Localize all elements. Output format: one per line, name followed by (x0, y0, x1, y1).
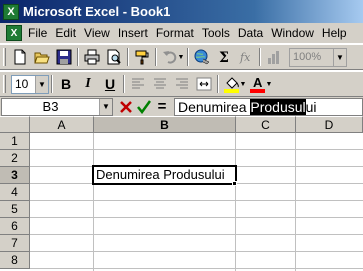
merge-center-icon[interactable] (193, 73, 215, 95)
toolbar-separator (187, 48, 189, 66)
toolbar-separator (123, 75, 125, 93)
save-icon[interactable] (53, 46, 75, 68)
undo-dropdown-icon[interactable]: ▼ (177, 54, 185, 61)
title-bar: X Microsoft Excel - Book1 (0, 0, 363, 23)
font-size-select[interactable]: 10 ▼ (11, 74, 49, 94)
align-right-icon[interactable] (171, 73, 193, 95)
toolbar-separator (155, 48, 157, 66)
formula-text-selected: Produsul (250, 98, 306, 115)
underline-label: U (104, 76, 116, 92)
row-header-1[interactable]: 1 (0, 133, 30, 150)
name-box[interactable]: B3 ▼ (1, 97, 113, 116)
align-left-icon[interactable] (127, 73, 149, 95)
toolbar-separator (259, 48, 261, 66)
row-header-5[interactable]: 5 (0, 201, 30, 218)
zoom-select[interactable]: 100% ▼ (289, 47, 347, 67)
svg-text:fx: fx (239, 51, 251, 64)
standard-toolbar: ▼ Σ fx 100% ▼ (0, 44, 363, 70)
row-header-8[interactable]: 8 (0, 252, 30, 269)
hyperlink-icon[interactable] (191, 46, 213, 68)
enter-icon[interactable] (135, 98, 153, 116)
worksheet-grid[interactable]: A B C D 1 2 3 4 5 6 7 8 Denumirea Produs… (0, 116, 363, 271)
bold-label: B (60, 76, 72, 92)
toolbar-separator (77, 48, 79, 66)
menu-help[interactable]: Help (318, 26, 351, 40)
font-size-value: 10 (15, 77, 29, 91)
menu-bar: X File Edit View Insert Format Tools Dat… (0, 23, 363, 44)
menu-window[interactable]: Window (267, 26, 318, 40)
bold-button[interactable]: B (55, 73, 77, 95)
font-color-letter: A (253, 75, 263, 90)
chart-wizard-icon[interactable] (263, 46, 285, 68)
italic-label: I (85, 76, 91, 91)
formatting-toolbar: 10 ▼ B I U ▼ A ▼ (0, 71, 363, 97)
fill-handle[interactable] (232, 181, 237, 186)
equals-button[interactable]: = (153, 98, 171, 116)
menu-data[interactable]: Data (234, 26, 267, 40)
gridline (30, 217, 363, 218)
menu-format[interactable]: Format (152, 26, 198, 40)
row-header-4[interactable]: 4 (0, 184, 30, 201)
toolbar-separator (51, 75, 53, 93)
italic-button[interactable]: I (77, 73, 99, 95)
excel-app-icon[interactable]: X (3, 3, 19, 20)
menu-tools[interactable]: Tools (198, 26, 234, 40)
select-all-corner[interactable] (0, 116, 30, 133)
gridline (30, 149, 363, 150)
toolbar-grip[interactable] (3, 48, 6, 66)
name-box-dropdown-icon[interactable]: ▼ (99, 98, 112, 115)
menu-edit[interactable]: Edit (51, 26, 80, 40)
print-preview-icon[interactable] (103, 46, 125, 68)
row-header-3[interactable]: 3 (0, 167, 30, 184)
equals-label: = (157, 98, 167, 115)
align-center-icon[interactable] (149, 73, 171, 95)
menu-file[interactable]: File (24, 26, 51, 40)
svg-text:Σ: Σ (219, 50, 229, 65)
window-title: Microsoft Excel - Book1 (23, 4, 171, 19)
row-header-2[interactable]: 2 (0, 150, 30, 167)
active-cell-b3[interactable]: Denumirea Produsului (92, 165, 237, 185)
row-header-6[interactable]: 6 (0, 218, 30, 235)
toolbar-separator (217, 75, 219, 93)
column-header-c[interactable]: C (236, 116, 296, 133)
toolbar-separator (127, 48, 129, 66)
toolbar-grip[interactable] (3, 75, 6, 93)
font-size-dropdown-icon[interactable]: ▼ (35, 75, 48, 93)
gridline (30, 234, 363, 235)
open-icon[interactable] (31, 46, 53, 68)
new-icon[interactable] (9, 46, 31, 68)
zoom-dropdown-icon[interactable]: ▼ (333, 48, 346, 66)
menu-insert[interactable]: Insert (114, 26, 152, 40)
gridline (30, 251, 363, 252)
row-header-7[interactable]: 7 (0, 235, 30, 252)
column-header-b[interactable]: B (94, 116, 236, 133)
gridline (30, 200, 363, 201)
name-box-value: B3 (42, 99, 59, 114)
print-icon[interactable] (81, 46, 103, 68)
autosum-icon[interactable]: Σ (213, 46, 235, 68)
gridline (30, 268, 363, 269)
formula-bar: B3 ▼ = Denumirea Produsului (0, 97, 363, 116)
format-painter-icon[interactable] (131, 46, 153, 68)
formula-text-before: Denumirea (178, 98, 251, 115)
column-header-d[interactable]: D (296, 116, 363, 133)
formula-input[interactable]: Denumirea Produsului (174, 97, 363, 116)
font-color-dropdown-icon[interactable]: ▼ (265, 81, 273, 88)
underline-button[interactable]: U (99, 73, 121, 95)
fill-color-dropdown-icon[interactable]: ▼ (239, 81, 247, 88)
cancel-icon[interactable] (117, 98, 135, 116)
column-header-a[interactable]: A (30, 116, 94, 133)
insert-function-icon[interactable]: fx (235, 46, 257, 68)
workbook-icon[interactable]: X (6, 25, 22, 41)
formula-text-after: ui (305, 98, 317, 115)
menu-view[interactable]: View (80, 26, 114, 40)
zoom-value: 100% (293, 51, 322, 63)
